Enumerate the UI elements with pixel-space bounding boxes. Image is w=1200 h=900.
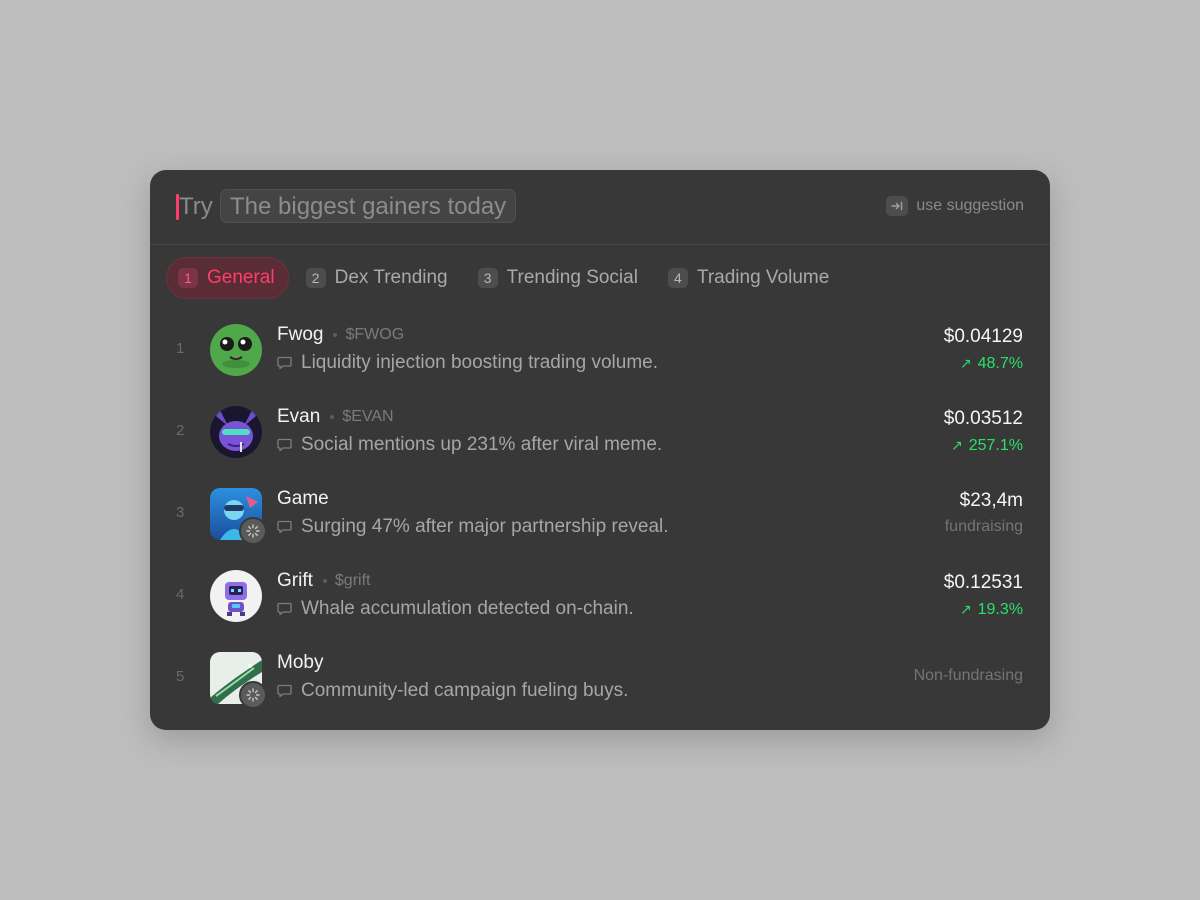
token-price: $0.03512 <box>943 408 1023 429</box>
token-amount: $23,4m <box>959 490 1023 511</box>
token-description-line: Social mentions up 231% after viral meme… <box>277 434 662 456</box>
token-metrics: $0.03512 ↗ 257.1% <box>944 407 1023 456</box>
token-description-line: Whale accumulation detected on-chain. <box>277 598 634 620</box>
loading-spinner-icon <box>239 681 267 709</box>
token-price: $0.12531 <box>943 572 1023 593</box>
tab-label: General <box>207 267 275 288</box>
tab-label: Trending Social <box>506 267 638 288</box>
token-ticker: $FWOG <box>345 326 405 343</box>
tab-number-badge: 1 <box>178 268 198 288</box>
token-name-line: Grift $grift <box>277 570 370 592</box>
separator-dot <box>322 579 327 583</box>
token-metrics: $0.12531 ↗ 19.3% <box>944 571 1023 620</box>
token-name: Game <box>277 488 329 509</box>
token-name-line: Moby <box>277 652 323 674</box>
token-status: fundraising <box>944 518 1023 535</box>
comment-icon <box>277 356 292 370</box>
price-change: ↗ 257.1% <box>944 435 1023 456</box>
rank-number: 4 <box>176 586 185 603</box>
price-change-value: 257.1% <box>968 437 1023 454</box>
tab-trading-volume[interactable]: 4 Trading Volume <box>657 257 842 299</box>
arrow-up-right-icon: ↗ <box>951 437 963 453</box>
token-name-line: Game <box>277 488 329 510</box>
separator-dot <box>330 415 335 419</box>
tab-trending-social[interactable]: 3 Trending Social <box>467 257 651 299</box>
rank-number: 3 <box>176 504 185 521</box>
token-description: Whale accumulation detected on-chain. <box>301 598 634 619</box>
rank-number: 1 <box>176 340 185 357</box>
tab-number-badge: 4 <box>667 268 688 288</box>
use-suggestion-hint[interactable]: use suggestion <box>886 196 1024 216</box>
list-item[interactable]: 1 Fwog $FWOG Liquidity injection boostin… <box>150 310 1050 392</box>
list-item[interactable]: 4 Grift $grift Whale accumulation detect… <box>150 556 1050 638</box>
rank-number: 2 <box>176 422 185 439</box>
token-name: Moby <box>277 652 324 673</box>
tab-label: Dex Trending <box>334 267 448 288</box>
tab-number-badge: 2 <box>305 268 326 288</box>
comment-icon <box>277 520 292 534</box>
tab-general[interactable]: 1 General <box>166 257 289 299</box>
arrow-up-right-icon: ↗ <box>959 601 972 617</box>
search-bar[interactable]: Try The biggest gainers today use sugges… <box>150 170 1050 245</box>
list-item[interactable]: 2 Evan $EVAN Social mentions up 231% aft… <box>150 392 1050 474</box>
rank-number: 5 <box>176 668 185 685</box>
loading-spinner-icon <box>239 517 267 545</box>
price-change: ↗ 48.7% <box>944 353 1023 374</box>
token-name: Evan <box>277 406 321 427</box>
price-change-value: 19.3% <box>977 601 1023 618</box>
list-item[interactable]: 5 Moby Community-led campaign fueling bu… <box>150 638 1050 720</box>
token-price: $0.04129 <box>943 326 1023 347</box>
token-description-line: Liquidity injection boosting trading vol… <box>277 352 658 374</box>
token-metrics: $0.04129 ↗ 48.7% <box>944 325 1023 374</box>
token-name-line: Fwog $FWOG <box>277 324 404 346</box>
evan-avatar <box>210 406 262 458</box>
token-description: Liquidity injection boosting trading vol… <box>301 352 658 373</box>
token-description-line: Community-led campaign fueling buys. <box>277 680 628 702</box>
tab-number-badge: 3 <box>477 268 498 288</box>
suggestion-chip[interactable]: The biggest gainers today <box>220 189 517 223</box>
price-change: ↗ 19.3% <box>944 599 1023 620</box>
tab-key-icon <box>886 196 909 216</box>
token-ticker: $grift <box>334 572 371 589</box>
token-name: Grift <box>277 570 313 591</box>
category-tabs: 1 General 2 Dex Trending 3 Trending Soci… <box>166 257 842 299</box>
comment-icon <box>277 602 292 616</box>
arrow-up-right-icon: ↗ <box>959 355 972 371</box>
token-status: Non-fundrasing <box>913 667 1023 684</box>
token-ticker: $EVAN <box>342 408 394 425</box>
token-name: Fwog <box>277 324 324 345</box>
token-description: Social mentions up 231% after viral meme… <box>301 434 663 455</box>
token-description: Surging 47% after major partnership reve… <box>301 516 669 537</box>
separator-dot <box>333 333 338 337</box>
tab-dex-trending[interactable]: 2 Dex Trending <box>295 257 461 299</box>
price-change-value: 48.7% <box>977 355 1023 372</box>
comment-icon <box>277 684 292 698</box>
tab-label: Trading Volume <box>696 267 830 288</box>
comment-icon <box>277 438 292 452</box>
command-palette: Try The biggest gainers today use sugges… <box>150 170 1050 730</box>
token-description: Community-led campaign fueling buys. <box>301 680 629 701</box>
token-metrics: $23,4m fundraising <box>945 489 1023 537</box>
fwog-avatar <box>210 324 262 376</box>
list-item[interactable]: 3 Game Surging 47% after major partnersh… <box>150 474 1050 556</box>
token-name-line: Evan $EVAN <box>277 406 394 428</box>
results-list: 1 Fwog $FWOG Liquidity injection boostin… <box>150 310 1050 720</box>
search-prefix: Try <box>179 193 213 220</box>
grift-avatar <box>210 570 262 622</box>
use-suggestion-label: use suggestion <box>916 197 1024 214</box>
token-description-line: Surging 47% after major partnership reve… <box>277 516 669 538</box>
